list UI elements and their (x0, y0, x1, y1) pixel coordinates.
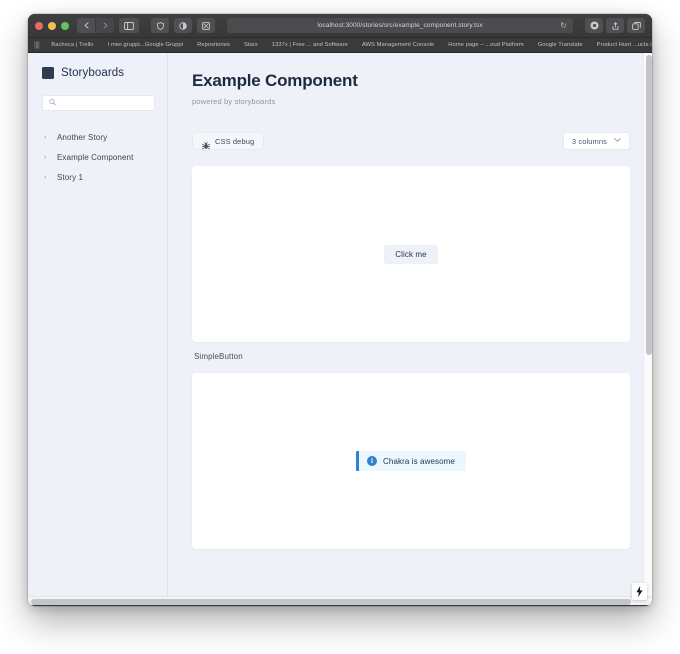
privacy-badge-icon[interactable] (585, 18, 603, 33)
bookmark-item[interactable]: 1337x | Free ... and Software (265, 42, 355, 48)
click-me-button[interactable]: Click me (384, 244, 438, 264)
main-content: Example Component powered by storyboards (168, 53, 652, 605)
window-traffic-lights (35, 21, 69, 30)
minimize-window-button[interactable] (48, 21, 56, 30)
reload-icon[interactable]: ↻ (560, 21, 567, 30)
bookmark-item[interactable]: Product Hunt ...ucts in tech. (590, 42, 652, 48)
vertical-scrollbar-thumb[interactable] (645, 55, 652, 355)
back-button[interactable] (77, 18, 95, 33)
info-circle-icon: i (367, 456, 378, 466)
page-subtitle: powered by storyboards (192, 97, 276, 106)
columns-select-label: 3 columns (571, 136, 607, 146)
address-bar[interactable]: localhost:3000/stories/src/example_compo… (227, 18, 573, 33)
bookmark-item[interactable]: AWS Management Console (355, 42, 441, 48)
story-block-alert: i Chakra is awesome (192, 373, 630, 549)
sidebar-toggle-button[interactable] (119, 18, 139, 33)
bookmark-item[interactable]: Google Translate (531, 42, 590, 48)
story-canvas: Click me (192, 166, 630, 342)
storyboards-logo-icon (42, 67, 54, 79)
browser-right-tools (585, 18, 645, 33)
shield-icon[interactable] (151, 18, 169, 33)
sidebar-brand-label: Storyboards (61, 67, 125, 79)
columns-select[interactable]: 3 columns (562, 132, 630, 150)
show-tabs-icon[interactable] (627, 18, 645, 33)
bookmark-item[interactable]: Home page – ...oud Platform (441, 42, 530, 48)
sidebar-brand[interactable]: Storyboards (42, 67, 155, 79)
maximize-window-button[interactable] (61, 21, 69, 30)
browser-window: localhost:3000/stories/src/example_compo… (28, 14, 652, 606)
css-debug-label: CSS debug (215, 136, 255, 146)
navigation-buttons (77, 18, 114, 33)
sidebar-item-label: Another Story (57, 132, 108, 142)
reader-mode-icon[interactable] (174, 18, 192, 33)
sidebar-search[interactable] (42, 95, 155, 111)
bookmarks-grid-icon[interactable]: |||| (32, 42, 44, 49)
puzzle-extension-icon[interactable] (197, 18, 215, 33)
horizontal-scrollbar-thumb[interactable] (31, 598, 631, 605)
bookmarks-bar: |||| Bacheca | Trello I miei gruppi...Go… (28, 38, 652, 53)
bookmark-item[interactable]: Repositories (190, 42, 237, 48)
lightning-bolt-icon (636, 586, 643, 597)
search-icon (49, 98, 56, 108)
chakra-info-alert: i Chakra is awesome (356, 451, 466, 471)
url-text: localhost:3000/stories/src/example_compo… (317, 22, 483, 29)
chevron-right-icon: › (44, 153, 47, 161)
story-caption: SimpleButton (194, 352, 243, 361)
chevron-down-icon (614, 138, 621, 144)
vertical-scrollbar[interactable] (643, 53, 652, 605)
story-toolbar: CSS debug 3 columns (192, 132, 630, 150)
bookmark-item[interactable]: I miei gruppi...Google Gruppi (101, 42, 191, 48)
sidebar-item-example-component[interactable]: › Example Component (42, 147, 155, 167)
bookmark-item[interactable]: Stars (237, 42, 265, 48)
horizontal-scrollbar[interactable] (28, 596, 652, 605)
bookmark-item[interactable]: Bacheca | Trello (44, 42, 100, 48)
alert-text: Chakra is awesome (383, 456, 455, 466)
close-window-button[interactable] (35, 21, 43, 30)
sidebar-item-label: Story 1 (57, 172, 84, 182)
share-icon[interactable] (606, 18, 624, 33)
lightning-bolt-badge[interactable] (632, 583, 647, 600)
search-input[interactable] (43, 96, 154, 110)
sidebar-story-list: › Another Story › Example Component › St… (42, 127, 155, 187)
browser-titlebar: localhost:3000/stories/src/example_compo… (28, 14, 652, 38)
bug-icon (201, 137, 211, 150)
sidebar-item-another-story[interactable]: › Another Story (42, 127, 155, 147)
sidebar-item-story-1[interactable]: › Story 1 (42, 167, 155, 187)
storybook-sidebar: Storyboards › Another Story › Example Co… (28, 53, 168, 605)
css-debug-button[interactable]: CSS debug (192, 132, 265, 150)
chevron-right-icon: › (44, 133, 47, 141)
story-canvas: i Chakra is awesome (192, 373, 630, 549)
sidebar-item-label: Example Component (57, 152, 134, 162)
story-block-simplebutton: Click me SimpleButton (192, 166, 630, 373)
page-title: Example Component (192, 71, 358, 90)
chevron-right-icon: › (44, 173, 47, 181)
desktop-backdrop: localhost:3000/stories/src/example_compo… (0, 0, 680, 654)
forward-button[interactable] (96, 18, 114, 33)
browser-tool-group (151, 18, 217, 33)
page-viewport: Storyboards › Another Story › Example Co… (28, 53, 652, 605)
